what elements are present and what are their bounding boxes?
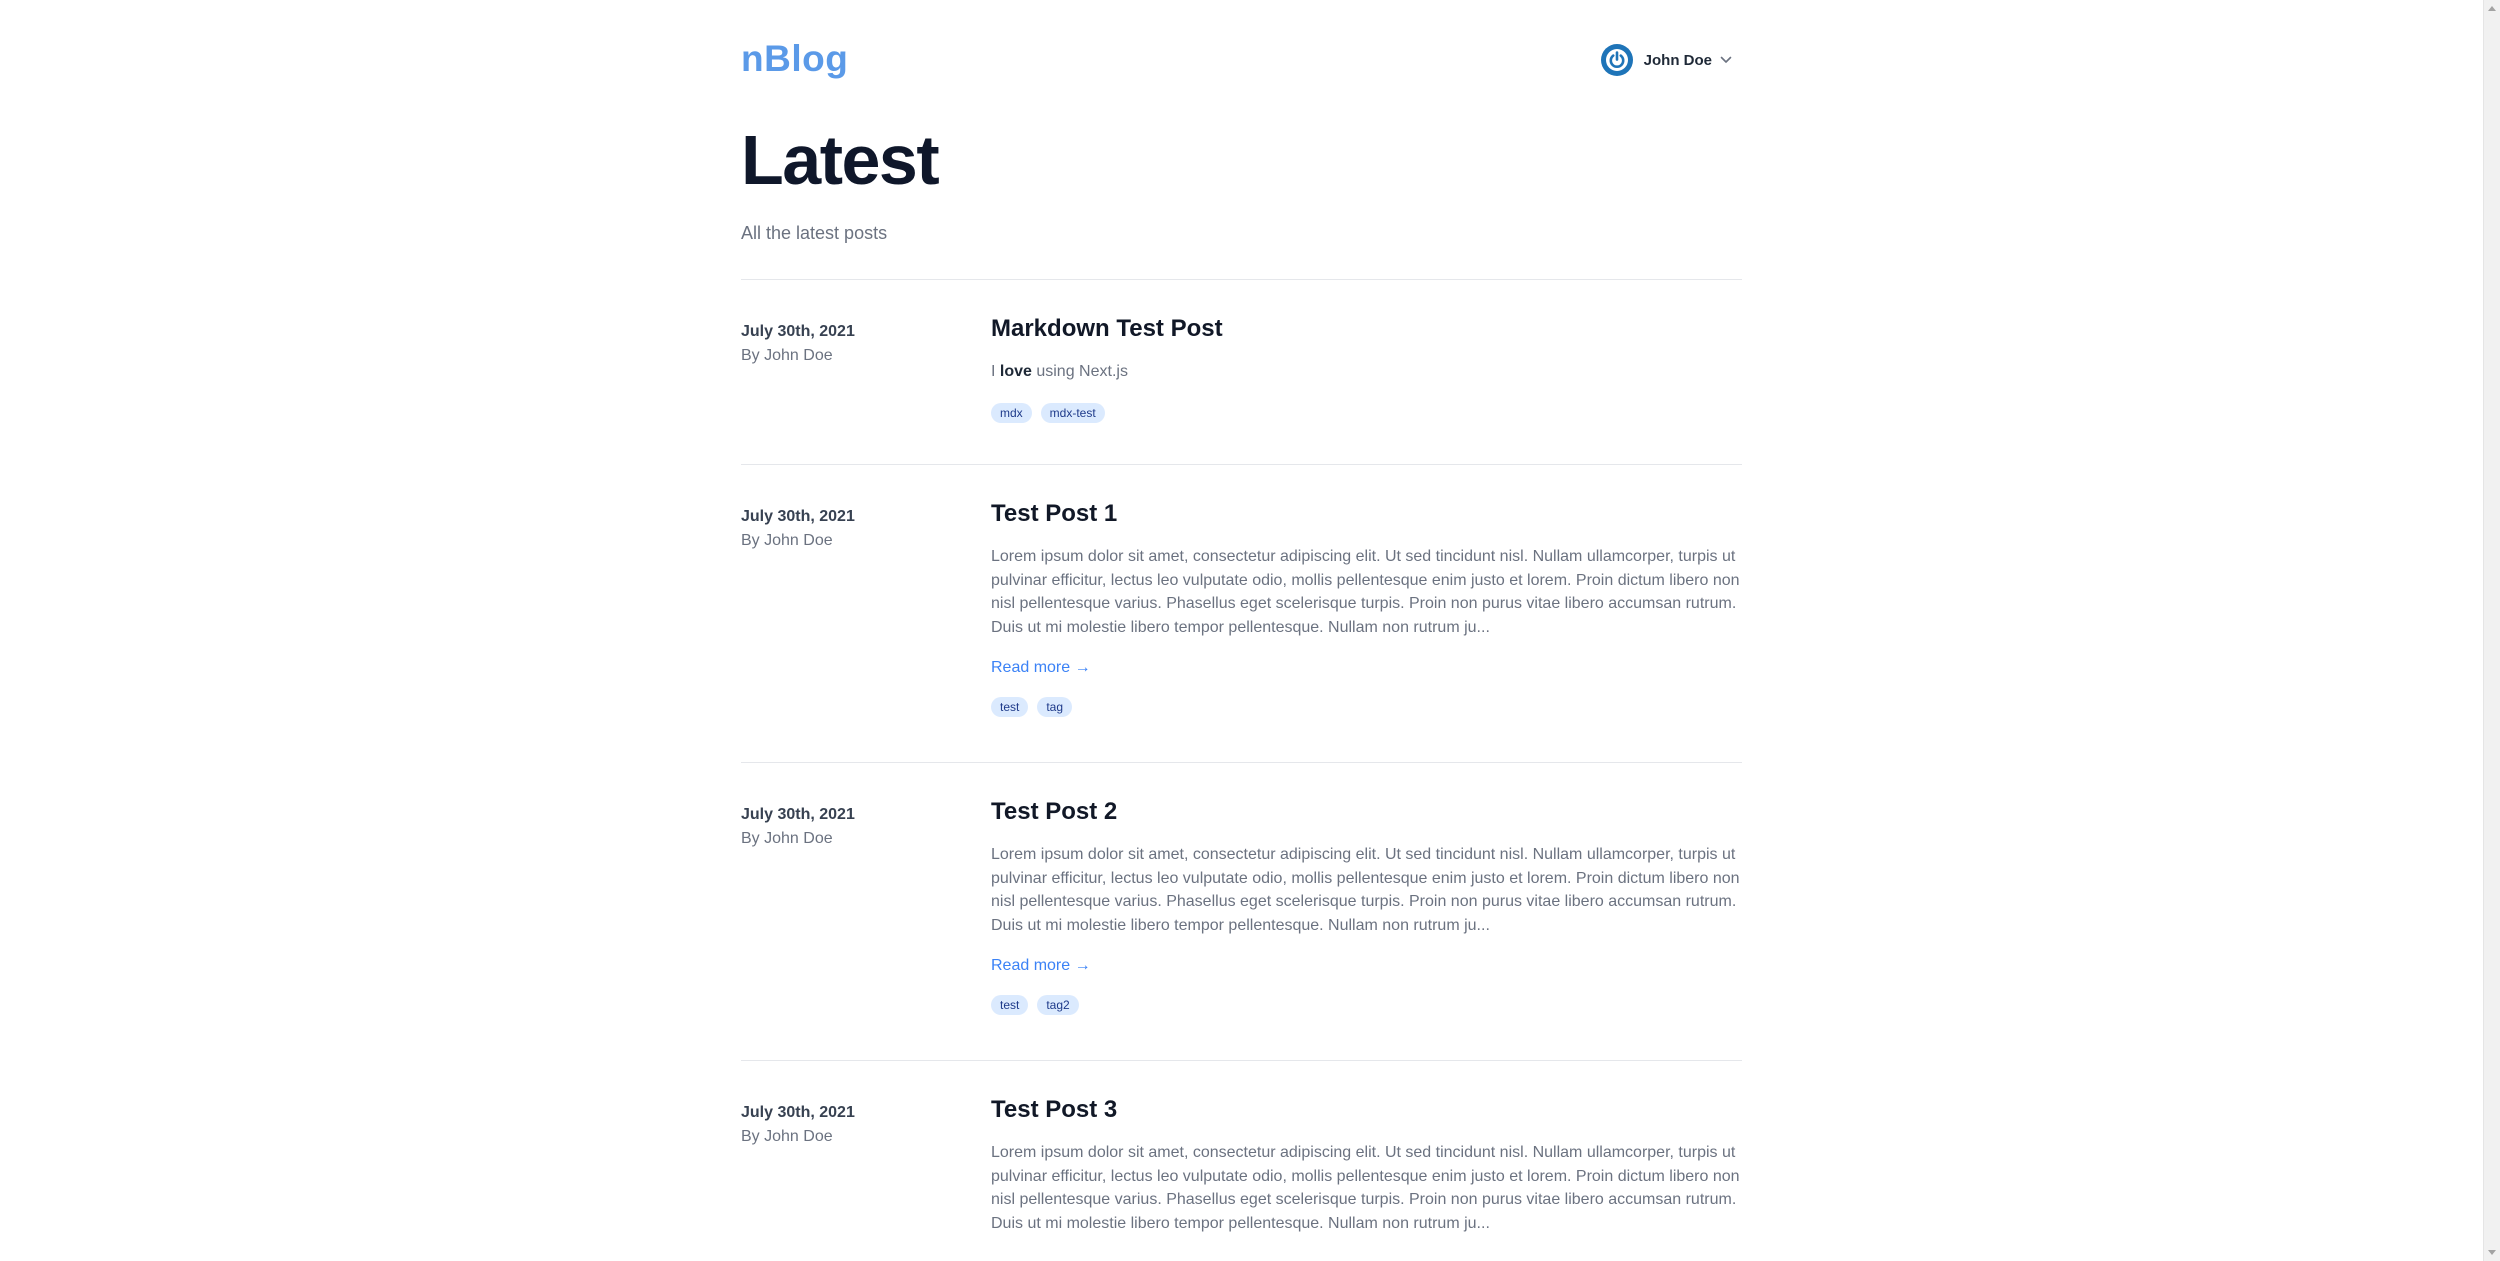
post-author: By John Doe bbox=[741, 347, 833, 364]
post-author: By John Doe bbox=[741, 830, 833, 847]
post-meta: July 30th, 2021 By John Doe bbox=[741, 320, 971, 368]
tag-badge[interactable]: mdx bbox=[991, 402, 1032, 423]
post-excerpt: I love using Next.js bbox=[991, 360, 1742, 384]
excerpt-bold-text: love bbox=[999, 363, 1032, 380]
site-logo[interactable]: nBlog bbox=[741, 38, 848, 80]
read-more-link[interactable]: Read more → bbox=[991, 658, 1091, 678]
page-title: Latest bbox=[741, 121, 940, 199]
chevron-down-icon bbox=[1720, 51, 1732, 69]
post-date: July 30th, 2021 bbox=[741, 806, 855, 823]
post-date: July 30th, 2021 bbox=[741, 508, 855, 525]
post-meta: July 30th, 2021 By John Doe bbox=[741, 505, 971, 553]
tag-list: mdx mdx-test bbox=[991, 402, 1742, 423]
main-container: nBlog John Doe Latest All the latest pos… bbox=[741, 0, 1742, 1232]
post-date: July 30th, 2021 bbox=[741, 323, 855, 340]
excerpt-text: I bbox=[991, 363, 1000, 380]
post-body: Test Post 3 Lorem ipsum dolor sit amet, … bbox=[991, 1094, 1742, 1235]
vertical-scrollbar[interactable] bbox=[2483, 0, 2500, 1261]
post-excerpt: Lorem ipsum dolor sit amet, consectetur … bbox=[991, 1144, 1740, 1232]
tag-list: test tag2 bbox=[991, 995, 1742, 1015]
post-author: By John Doe bbox=[741, 1128, 833, 1145]
post-author: By John Doe bbox=[741, 532, 833, 549]
read-more-link[interactable]: Read more → bbox=[991, 956, 1091, 976]
excerpt-text: using Next.js bbox=[1031, 363, 1128, 380]
tag-badge[interactable]: tag2 bbox=[1037, 995, 1079, 1015]
post-list: July 30th, 2021 By John Doe Markdown Tes… bbox=[741, 280, 1742, 1261]
scroll-up-arrow-icon[interactable] bbox=[2488, 6, 2496, 11]
post-excerpt: Lorem ipsum dolor sit amet, consectetur … bbox=[991, 846, 1740, 934]
tag-badge[interactable]: test bbox=[991, 995, 1029, 1015]
page: nBlog John Doe Latest All the latest pos… bbox=[0, 0, 2500, 1261]
post-title-link[interactable]: Test Post 2 bbox=[991, 796, 1742, 828]
post-item: July 30th, 2021 By John Doe Test Post 1 … bbox=[741, 465, 1742, 763]
post-body: Markdown Test Post I love using Next.js … bbox=[991, 313, 1742, 423]
post-item: July 30th, 2021 By John Doe Markdown Tes… bbox=[741, 280, 1742, 465]
user-name: John Doe bbox=[1643, 51, 1712, 69]
power-icon bbox=[1600, 44, 1633, 76]
tag-list: test tag bbox=[991, 697, 1742, 717]
post-meta: July 30th, 2021 By John Doe bbox=[741, 1101, 971, 1149]
tag-badge[interactable]: test bbox=[991, 697, 1029, 717]
post-excerpt: Lorem ipsum dolor sit amet, consectetur … bbox=[991, 548, 1740, 636]
post-date: July 30th, 2021 bbox=[741, 1104, 855, 1121]
post-title-link[interactable]: Markdown Test Post bbox=[991, 313, 1742, 345]
post-title-link[interactable]: Test Post 3 bbox=[991, 1094, 1742, 1126]
post-meta: July 30th, 2021 By John Doe bbox=[741, 803, 971, 851]
post-body: Test Post 1 Lorem ipsum dolor sit amet, … bbox=[991, 498, 1742, 717]
tag-badge[interactable]: mdx-test bbox=[1040, 402, 1105, 423]
post-title-link[interactable]: Test Post 1 bbox=[991, 498, 1742, 530]
post-item: July 30th, 2021 By John Doe Test Post 3 … bbox=[741, 1061, 1742, 1261]
site-header: nBlog John Doe bbox=[741, 0, 1742, 120]
scroll-down-arrow-icon[interactable] bbox=[2488, 1250, 2496, 1255]
page-subtitle: All the latest posts bbox=[741, 223, 888, 243]
post-item: July 30th, 2021 By John Doe Test Post 2 … bbox=[741, 763, 1742, 1061]
post-body: Test Post 2 Lorem ipsum dolor sit amet, … bbox=[991, 796, 1742, 1015]
tag-badge[interactable]: tag bbox=[1037, 697, 1073, 717]
user-menu-button[interactable]: John Doe bbox=[1600, 44, 1732, 76]
